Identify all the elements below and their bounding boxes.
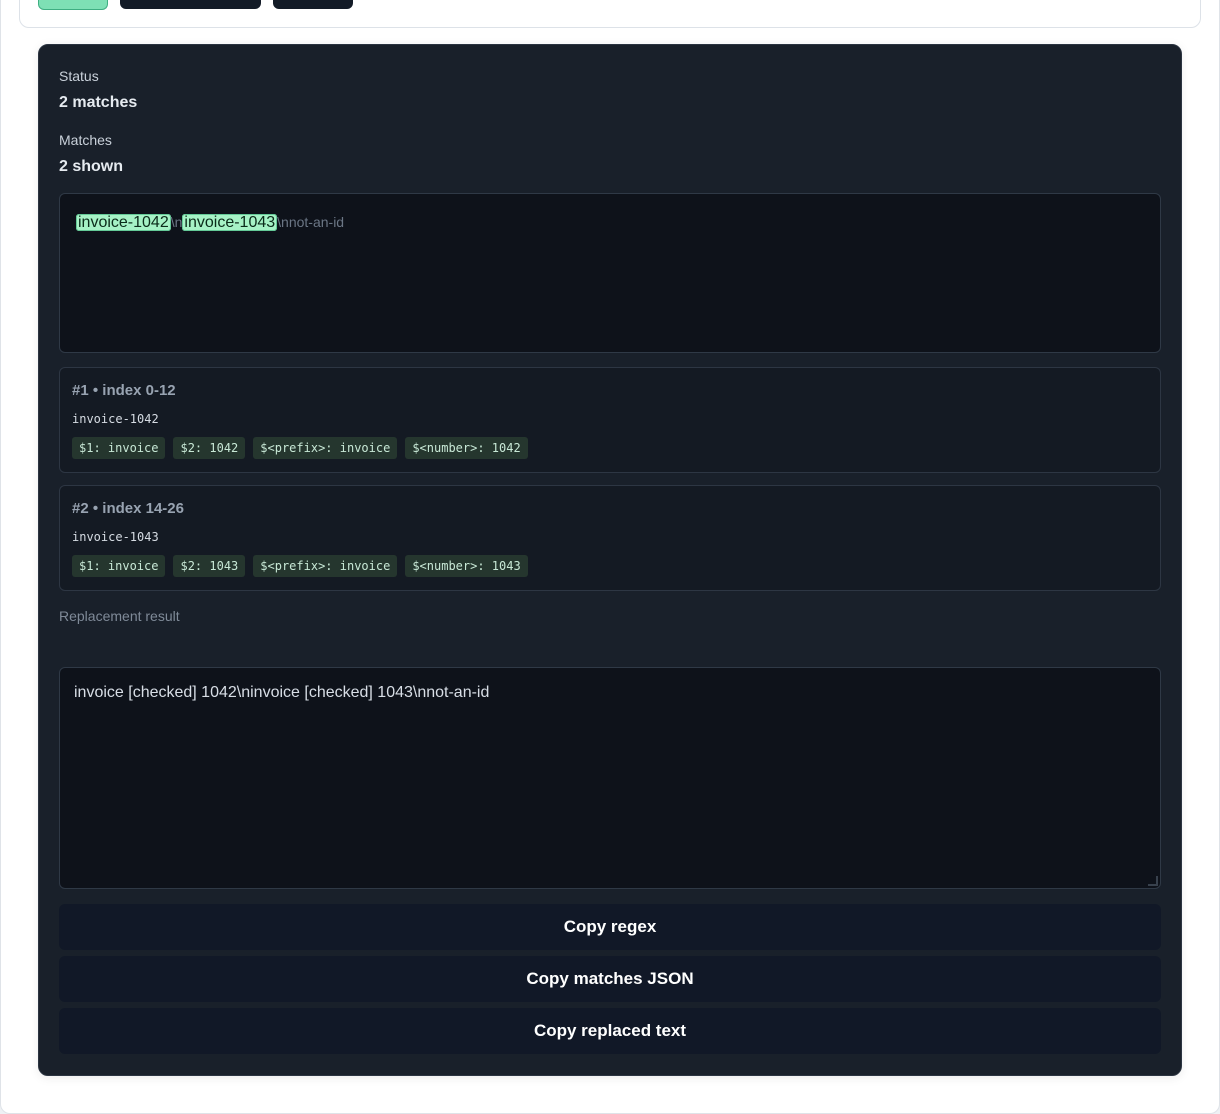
group-chip: $2: 1043: [173, 555, 246, 577]
toolbar-tertiary-button[interactable]: [273, 0, 353, 9]
toolbar-primary-button[interactable]: [38, 0, 108, 10]
match-number: #2: [72, 500, 89, 517]
highlighted-match: invoice-1042: [76, 214, 171, 231]
separator-text: \n: [170, 214, 183, 230]
group-chip: $<number>: 1043: [405, 555, 528, 577]
matches-value: 2 shown: [59, 158, 124, 175]
results-panel: Status 2 matches Matches 2 shown invoice…: [38, 44, 1182, 1076]
status-label: Status: [59, 68, 99, 84]
copy-regex-button[interactable]: Copy regex: [59, 904, 1161, 950]
replacement-label: Replacement result: [59, 608, 180, 624]
match-card: #2 • index 14-26 invoice-1043 $1: invoic…: [59, 485, 1161, 591]
top-toolbar: [19, 0, 1201, 28]
group-chip: $<number>: 1042: [405, 437, 528, 459]
copy-matches-json-button[interactable]: Copy matches JSON: [59, 956, 1161, 1002]
toolbar-secondary-button[interactable]: [120, 0, 261, 9]
status-value: 2 matches: [59, 94, 138, 111]
unmatched-text: \nnot-an-id: [277, 214, 345, 230]
group-chip: $2: 1042: [173, 437, 246, 459]
highlighted-input-preview: invoice-1042 \n invoice-1043 \nnot-an-id: [59, 193, 1161, 353]
highlighted-match: invoice-1043: [182, 214, 278, 231]
match-header: #2 • index 14-26: [72, 500, 184, 517]
replacement-text: invoice [checked] 1042\ninvoice [checked…: [74, 684, 490, 701]
match-text: invoice-1042: [72, 412, 159, 426]
group-chip: $1: invoice: [72, 555, 166, 577]
capture-groups: $1: invoice $2: 1042 $<prefix>: invoice …: [72, 437, 528, 459]
resize-handle[interactable]: [1148, 876, 1158, 886]
copy-replaced-text-button[interactable]: Copy replaced text: [59, 1008, 1161, 1054]
match-header: #1 • index 0-12: [72, 382, 176, 399]
replacement-textarea[interactable]: invoice [checked] 1042\ninvoice [checked…: [59, 667, 1161, 889]
group-chip: $1: invoice: [72, 437, 166, 459]
match-index: index 0-12: [102, 382, 176, 399]
match-text: invoice-1043: [72, 530, 159, 544]
match-card: #1 • index 0-12 invoice-1042 $1: invoice…: [59, 367, 1161, 473]
match-number: #1: [72, 382, 89, 399]
group-chip: $<prefix>: invoice: [253, 555, 398, 577]
match-index: index 14-26: [102, 500, 184, 517]
group-chip: $<prefix>: invoice: [253, 437, 398, 459]
highlight-line: invoice-1042 \n invoice-1043 \nnot-an-id: [76, 210, 344, 235]
capture-groups: $1: invoice $2: 1043 $<prefix>: invoice …: [72, 555, 528, 577]
matches-label: Matches: [59, 132, 112, 148]
